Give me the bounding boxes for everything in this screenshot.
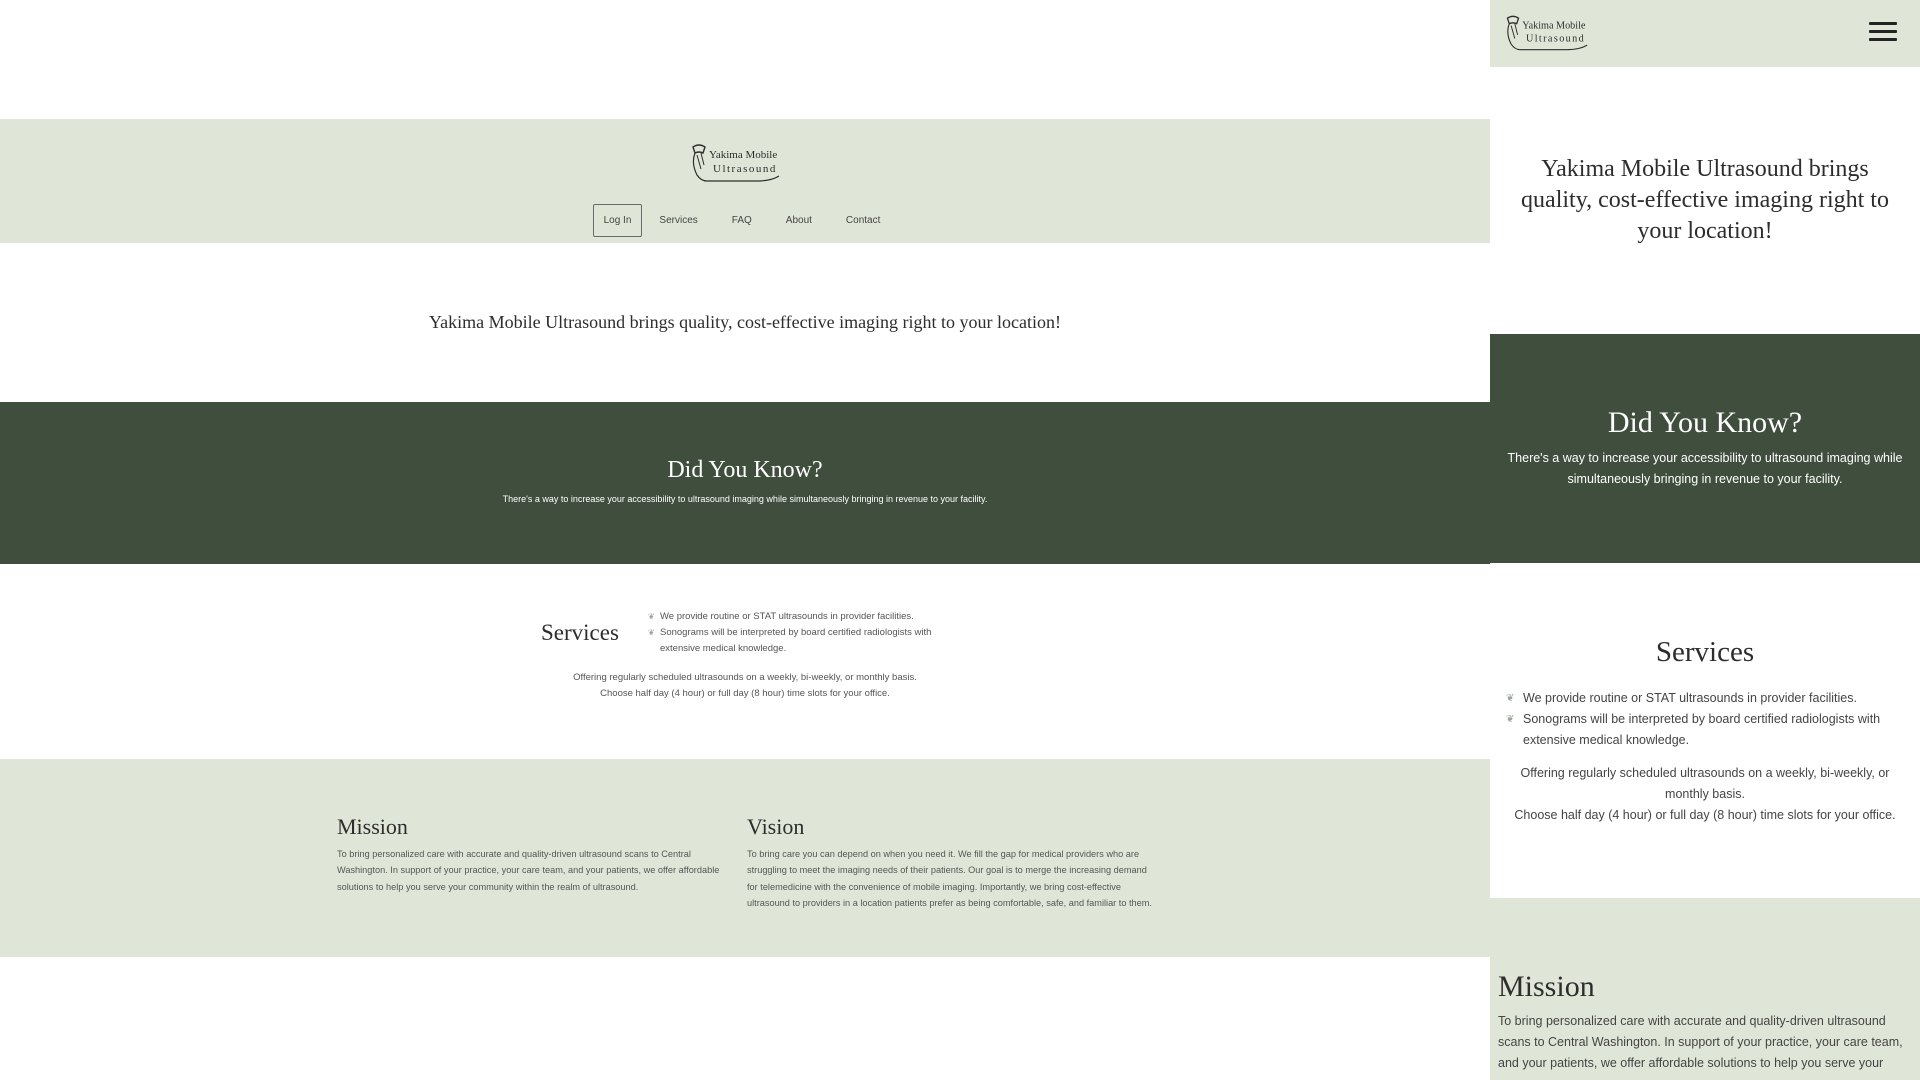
nav-services[interactable]: Services — [642, 204, 714, 237]
nav-faq[interactable]: FAQ — [715, 204, 769, 237]
svg-text:Ultrasound: Ultrasound — [1526, 33, 1585, 44]
services-title: Services — [1655, 636, 1755, 668]
services-offer: Offering regularly scheduled ultrasounds… — [0, 670, 1490, 702]
hamburger-menu-icon[interactable] — [1869, 22, 1897, 44]
services-list: ❦ We provide routine or STAT ultrasounds… — [1506, 688, 1906, 751]
hero-text: Yakima Mobile Ultrasound brings quality,… — [1521, 156, 1889, 244]
mobile-header: Yakima Mobile Ultrasound — [1490, 0, 1920, 67]
nav-about[interactable]: About — [769, 204, 829, 237]
offer-line: Offering regularly scheduled ultrasounds… — [1520, 766, 1890, 801]
leaf-icon: ❦ — [1506, 693, 1515, 704]
mission-title: Mission — [337, 814, 408, 839]
services-offer: Offering regularly scheduled ultrasounds… — [1500, 763, 1910, 826]
offer-line: Choose half day (4 hour) or full day (8 … — [600, 688, 890, 699]
vision-text: To bring care you can depend on when you… — [747, 849, 1152, 908]
mobile-hero-section: Yakima Mobile Ultrasound brings quality,… — [1490, 67, 1920, 334]
did-you-know-title: Did You Know? — [1607, 406, 1803, 439]
services-title: Services — [541, 620, 619, 645]
mobile-preview: Yakima Mobile Ultrasound Yakima Mobile U… — [1490, 0, 1920, 1080]
main-nav: Log In Services FAQ About Contact — [0, 204, 1490, 237]
service-item-text: We provide routine or STAT ultrasounds i… — [1523, 691, 1857, 705]
services-section: Services ❦ We provide routine or STAT ul… — [0, 564, 1490, 759]
list-item: ❦ Sonograms will be interpreted by board… — [648, 625, 968, 657]
did-you-know-title: Did You Know? — [667, 457, 823, 483]
leaf-icon: ❦ — [1506, 714, 1515, 725]
did-you-know-text: There's a way to increase your accessibi… — [502, 494, 988, 504]
mission-vision-section: Mission To bring personalized care with … — [0, 759, 1490, 957]
mobile-services-section: Services ❦ We provide routine or STAT ul… — [1490, 563, 1920, 898]
list-item: ❦ We provide routine or STAT ultrasounds… — [1506, 688, 1906, 709]
svg-text:Yakima Mobile: Yakima Mobile — [1522, 20, 1586, 31]
site-logo[interactable]: Yakima Mobile Ultrasound — [685, 139, 795, 187]
mission-text: To bring personalized care with accurate… — [1498, 1014, 1903, 1070]
mobile-did-you-know-section: Did You Know? There's a way to increase … — [1490, 334, 1920, 563]
leaf-icon: ❦ — [648, 612, 655, 621]
desktop-preview: Yakima Mobile Ultrasound Log In Services… — [0, 0, 1490, 1080]
nav-login[interactable]: Log In — [592, 204, 643, 237]
ultrasound-probe-logo-icon: Yakima Mobile Ultrasound — [1506, 15, 1588, 51]
vision-block: Vision To bring care you can depend on w… — [747, 814, 1157, 911]
svg-text:Ultrasound: Ultrasound — [713, 163, 777, 175]
did-you-know-section: Did You Know? There's a way to increase … — [0, 402, 1490, 564]
mobile-mission-section: Mission To bring personalized care with … — [1490, 898, 1920, 1080]
service-item-text: Sonograms will be interpreted by board c… — [1523, 712, 1881, 747]
vision-title: Vision — [747, 814, 805, 839]
services-list: ❦ We provide routine or STAT ultrasounds… — [648, 609, 968, 657]
ultrasound-probe-logo-icon: Yakima Mobile Ultrasound — [692, 144, 780, 182]
list-item: ❦ We provide routine or STAT ultrasounds… — [648, 609, 968, 625]
did-you-know-text: There's a way to increase your accessibi… — [1507, 451, 1903, 486]
leaf-icon: ❦ — [648, 628, 655, 637]
mission-title: Mission — [1498, 970, 1595, 1003]
site-header: Yakima Mobile Ultrasound Log In Services… — [0, 119, 1490, 243]
site-logo[interactable]: Yakima Mobile Ultrasound — [1500, 10, 1602, 56]
mission-block: Mission To bring personalized care with … — [337, 814, 732, 895]
offer-line: Choose half day (4 hour) or full day (8 … — [1514, 808, 1896, 822]
mission-text: To bring personalized care with accurate… — [337, 849, 720, 892]
offer-line: Offering regularly scheduled ultrasounds… — [573, 672, 917, 683]
hero-section: Yakima Mobile Ultrasound brings quality,… — [0, 243, 1490, 402]
service-item-text: We provide routine or STAT ultrasounds i… — [660, 611, 914, 622]
hero-text: Yakima Mobile Ultrasound brings quality,… — [428, 312, 1062, 332]
svg-text:Yakima Mobile: Yakima Mobile — [709, 149, 777, 161]
nav-contact[interactable]: Contact — [829, 204, 897, 237]
list-item: ❦ Sonograms will be interpreted by board… — [1506, 709, 1906, 751]
service-item-text: Sonograms will be interpreted by board c… — [660, 627, 932, 654]
